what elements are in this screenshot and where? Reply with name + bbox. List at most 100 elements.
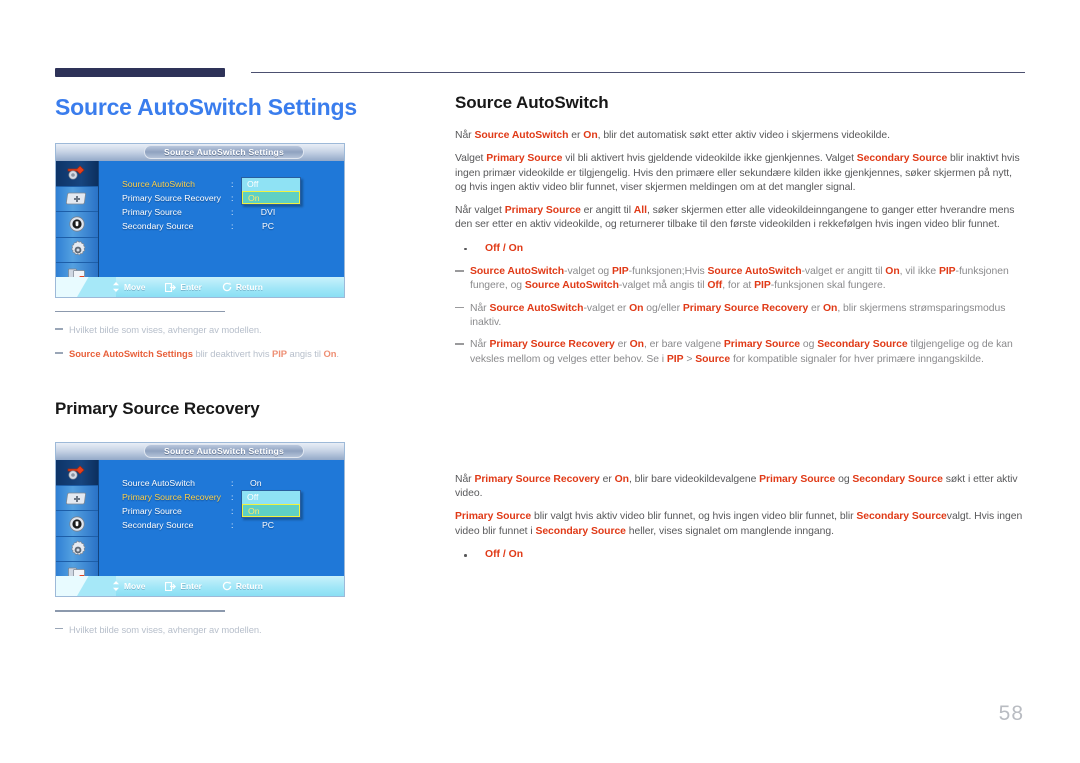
osd-row-label: Secondary Source [122,221,194,231]
osd-sidebar-item-sound[interactable] [56,212,98,238]
osd-footer-keys: Move Enter Return [112,277,263,297]
osd-footer-wedge [56,277,116,297]
note-item: Source AutoSwitch Settings blir deaktive… [55,347,415,360]
osd-sidebar-item-picture[interactable] [56,187,98,212]
osd-row-label: Source AutoSwitch [122,478,195,489]
osd-title-pill: Source AutoSwitch Settings [144,145,304,159]
move-arrows-icon [112,282,120,292]
osd-dropdown-option-off[interactable]: Off [242,178,300,191]
osd-dropdown-option-on[interactable]: On [242,191,300,204]
osd-row-label: Primary Source Recovery [122,193,221,203]
move-arrows-icon [112,581,120,592]
osd-row-colon: : [231,193,234,203]
osd-dropdown[interactable]: Off On [241,177,301,205]
osd-row-colon: : [231,179,234,189]
left-column: Source AutoSwitch Settings Source AutoSw… [55,92,415,647]
osd-footer-bar: Move Enter Return [56,576,344,597]
osd-key-move: Move [112,581,146,592]
setup-gear-icon [68,540,87,559]
osd-dropdown-option-on[interactable]: On [242,504,300,518]
osd-title-text: Source AutoSwitch Settings [164,446,284,457]
osd-key-enter: Enter [165,282,202,292]
osd-row-value: PC [261,520,275,531]
right-column: Source AutoSwitch Når Source AutoSwitch … [455,92,1025,571]
osd-sidebar-item-setup[interactable] [56,238,98,263]
note-divider [55,610,225,612]
note-text: Hvilket bilde som vises, avhenger av mod… [69,324,262,336]
osd-row-label: Secondary Source [122,520,194,531]
osd-screenshot-1: Source AutoSwitch Settings Source AutoSw… [55,143,415,298]
osd-key-label: Return [235,581,263,592]
paragraph: Når valget Primary Source er angitt til … [455,205,1015,231]
osd-row[interactable]: Source AutoSwitch : On [98,476,344,490]
osd-key-label: Move [124,282,146,292]
bullet-item: Off / On [455,548,1025,562]
right-heading-1: Source AutoSwitch [455,93,609,112]
note-text: blir deaktivert hvis [192,348,273,360]
left-notes-1: Hvilket bilde som vises, avhenger av mod… [55,311,415,360]
left-notes-2: Hvilket bilde som vises, avhenger av mod… [55,610,415,635]
osd-row[interactable]: Primary Source : DVI [98,205,344,219]
osd-key-move: Move [112,282,145,292]
paragraph: Når Primary Source Recovery er On, blir … [455,473,1018,500]
osd-title-text: Source AutoSwitch Settings [164,147,284,157]
paragraph: Primary Source blir valgt hvis aktiv vid… [455,511,1023,537]
osd-key-enter: Enter [165,581,202,591]
picture-icon [66,491,88,506]
page-number: 58 [998,702,1024,725]
return-icon [222,581,232,591]
osd-row[interactable]: Primary Source Recovery : [98,490,344,504]
osd-title-pill: Source AutoSwitch Settings [144,444,304,459]
note-text-bold2: PIP [272,348,287,360]
osd-screenshot-2: Source AutoSwitch Settings Source AutoSw… [55,442,415,598]
dash-note: Når Source AutoSwitch-valget er On og/el… [455,302,1025,331]
osd-sidebar-item-setup[interactable] [56,537,98,563]
osd-key-return: Return [222,282,263,292]
note-text2: angis til [287,348,324,360]
osd-sidebar-item-input-source[interactable] [56,460,98,486]
osd-row[interactable]: Secondary Source : PC [98,518,344,532]
dash-note: Source AutoSwitch-valget og PIP-funksjon… [455,265,1025,294]
header-rule-thick [55,68,225,77]
osd-sidebar-item-picture[interactable] [56,486,98,512]
osd-sidebar-item-input-source[interactable] [56,161,98,187]
enter-icon [165,581,177,591]
osd-row-label: Source AutoSwitch [122,179,195,189]
osd-dropdown[interactable]: Off On [241,490,301,519]
osd-row-label: Primary Source [122,506,182,517]
osd-footer-keys: Move Enter Return [112,576,263,596]
header-rule [55,68,1025,78]
note-text-bold: Source AutoSwitch Settings [69,348,193,360]
osd-row-colon: : [231,478,234,489]
paragraph: Når Source AutoSwitch er On, blir det au… [455,130,890,141]
setup-gear-icon [68,240,87,259]
osd-dropdown-option-off[interactable]: Off [242,491,300,505]
osd-menu-body: Source AutoSwitch : Primary Source Recov… [98,161,344,277]
osd-row[interactable]: Secondary Source : PC [98,219,344,233]
sub-section-title: Primary Source Recovery [55,399,260,419]
osd-row[interactable]: Primary Source : [98,504,344,518]
page-title: Source AutoSwitch Settings [55,94,357,120]
osd-row-value: PC [261,221,275,231]
note-divider [55,311,225,313]
osd-key-label: Move [124,581,146,592]
osd-row-colon: : [231,520,234,531]
osd-sidebar-item-sound[interactable] [56,511,98,537]
return-icon [222,282,232,292]
osd-row-value: DVI [260,207,276,217]
enter-icon [165,282,177,292]
note-text: Hvilket bilde som vises, avhenger av mod… [69,623,262,635]
osd-row-colon: : [231,207,234,217]
osd-row[interactable]: Source AutoSwitch : [98,177,344,191]
osd-footer-bar: Move Enter Return [56,277,344,297]
osd-row-label: Primary Source Recovery [122,492,221,503]
osd-row[interactable]: Primary Source Recovery : [98,191,344,205]
header-rule-thin [251,72,1025,73]
osd-row-colon: : [231,506,234,517]
note-item: Hvilket bilde som vises, avhenger av mod… [55,623,415,636]
osd-row-colon: : [231,221,234,231]
input-source-icon [66,165,88,181]
picture-icon [66,191,88,206]
osd-key-label: Return [235,282,263,292]
paragraph: Valget Primary Source vil bli aktivert h… [455,153,1020,193]
